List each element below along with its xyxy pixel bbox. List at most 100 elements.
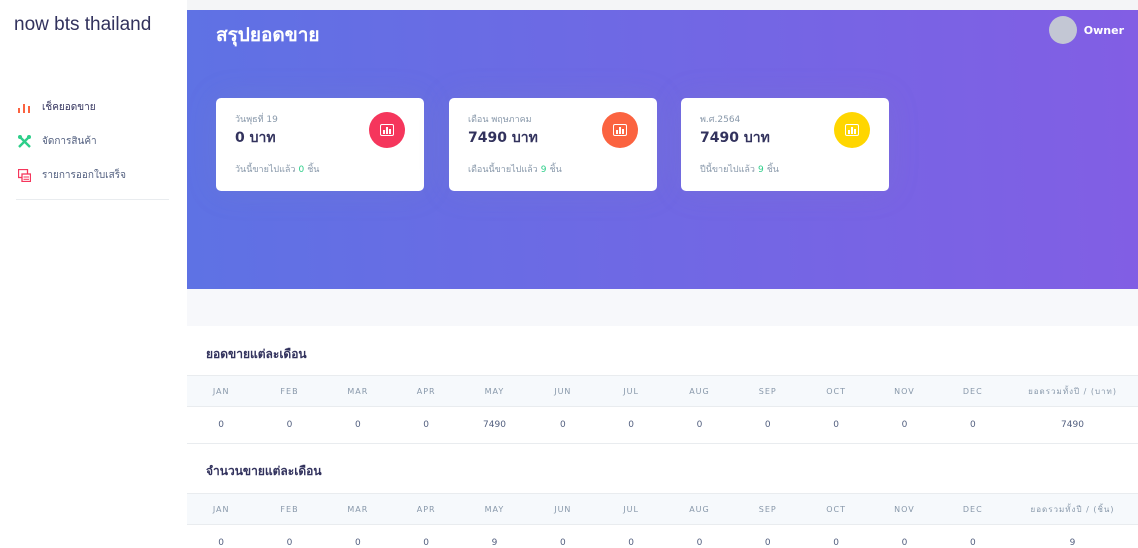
table-cell: 7490 <box>460 406 529 444</box>
table-cell: 9 <box>460 524 529 548</box>
column-header: MAR <box>323 493 392 525</box>
bar-chart-icon <box>16 99 32 115</box>
card-subtitle: วันพุธที่ 19 <box>235 115 278 125</box>
card-footer: ปีนี้ขายไปแล้ว 9 ชิ้น <box>700 162 779 176</box>
table-cell: 0 <box>665 406 734 444</box>
card-footer-count: 9 <box>540 165 547 175</box>
table-cell: 0 <box>255 524 324 548</box>
brand-logo[interactable]: now bts thailand <box>14 14 151 36</box>
table-cell: 0 <box>596 406 666 444</box>
column-header: FEB <box>255 375 324 407</box>
column-header: FEB <box>255 493 324 525</box>
card-footer-label: ปีนี้ขายไปแล้ว <box>700 165 755 175</box>
sidebar-item-label: จัดการสินค้า <box>42 135 97 147</box>
column-header: JUL <box>596 493 666 525</box>
card-footer: เดือนนี้ขายไปแล้ว 9 ชิ้น <box>468 162 562 176</box>
column-header: MAY <box>460 493 529 525</box>
column-header: OCT <box>801 375 871 407</box>
column-header: JAN <box>187 493 256 525</box>
bar-chart-icon <box>602 112 638 148</box>
table-cell: 0 <box>665 524 734 548</box>
bar-chart-icon <box>369 112 405 148</box>
table-row: 0 0 0 0 7490 0 0 0 0 0 0 0 7490 <box>187 406 1138 444</box>
sidebar-item-sales-check[interactable]: เช็คยอดขาย <box>0 90 187 124</box>
column-header: APR <box>391 375 461 407</box>
avatar[interactable] <box>1048 16 1077 44</box>
sidebar-nav: เช็คยอดขาย จัดการสินค้า รายการออกใบเสร็จ <box>0 90 187 192</box>
card-subtitle: พ.ศ.2564 <box>700 115 741 125</box>
column-header: NOV <box>870 493 939 525</box>
table-cell: 0 <box>187 524 256 548</box>
table-cell-total: 9 <box>1007 524 1138 548</box>
table-cell: 0 <box>596 524 666 548</box>
table-cell: 0 <box>391 524 461 548</box>
card-footer-label: เดือนนี้ขายไปแล้ว <box>468 165 538 175</box>
column-header: MAY <box>460 375 529 407</box>
table-cell: 0 <box>323 524 392 548</box>
sidebar-divider <box>16 199 169 200</box>
tools-icon <box>16 133 32 149</box>
card-footer-count: 0 <box>298 165 305 175</box>
card-footer-unit: ชิ้น <box>549 165 562 175</box>
table-cell: 0 <box>255 406 324 444</box>
card-footer-label: วันนี้ขายไปแล้ว <box>235 165 296 175</box>
table-cell: 0 <box>323 406 392 444</box>
card-value: 7490 บาท <box>700 130 770 146</box>
table-cell: 0 <box>938 406 1007 444</box>
sidebar-item-label: เช็คยอดขาย <box>42 101 96 113</box>
header-banner: สรุปยอดขาย Owner วันพุธที่ 19 0 บาท วันน… <box>187 10 1138 289</box>
user-menu[interactable]: Owner <box>1048 16 1124 44</box>
column-header: NOV <box>870 375 939 407</box>
table-header-row: JAN FEB MAR APR MAY JUN JUL AUG SEP OCT … <box>187 375 1138 407</box>
card-value: 0 บาท <box>235 130 276 146</box>
table-cell: 0 <box>187 406 256 444</box>
stat-card-year: พ.ศ.2564 7490 บาท ปีนี้ขายไปแล้ว 9 ชิ้น <box>681 98 889 191</box>
count-table: JAN FEB MAR APR MAY JUN JUL AUG SEP OCT … <box>187 493 1138 548</box>
card-footer-unit: ชิ้น <box>766 165 779 175</box>
column-header: OCT <box>801 493 871 525</box>
column-header: APR <box>391 493 461 525</box>
receipt-icon <box>16 167 32 183</box>
column-header: JAN <box>187 375 256 407</box>
page-title: สรุปยอดขาย <box>216 24 320 46</box>
table-cell: 0 <box>870 524 939 548</box>
card-value: 7490 บาท <box>468 130 538 146</box>
card-footer-count: 9 <box>757 165 764 175</box>
stat-card-month: เดือน พฤษภาคม 7490 บาท เดือนนี้ขายไปแล้ว… <box>449 98 657 191</box>
bar-chart-icon <box>834 112 870 148</box>
column-header-total: ยอดรวมทั้งปี / (ชิ้น) <box>1007 493 1138 525</box>
stat-card-today: วันพุธที่ 19 0 บาท วันนี้ขายไปแล้ว 0 ชิ้น <box>216 98 424 191</box>
sidebar: now bts thailand เช็คยอดขาย จัดการสินค้า… <box>0 0 187 548</box>
card-footer: วันนี้ขายไปแล้ว 0 ชิ้น <box>235 162 319 176</box>
table-header-row: JAN FEB MAR APR MAY JUN JUL AUG SEP OCT … <box>187 493 1138 525</box>
column-header: DEC <box>938 375 1007 407</box>
table-cell: 0 <box>938 524 1007 548</box>
content-spacer <box>187 289 1138 326</box>
table-cell: 0 <box>528 406 597 444</box>
column-header-total: ยอดรวมทั้งปี / (บาท) <box>1007 375 1138 407</box>
card-subtitle: เดือน พฤษภาคม <box>468 115 532 125</box>
table-cell: 0 <box>733 524 802 548</box>
sidebar-item-manage-products[interactable]: จัดการสินค้า <box>0 124 187 158</box>
column-header: AUG <box>665 375 734 407</box>
column-header: AUG <box>665 493 734 525</box>
sales-panel: ยอดขายแต่ละเดือน JAN FEB MAR APR MAY JUN… <box>187 326 1138 548</box>
sales-table-title: ยอดขายแต่ละเดือน <box>206 347 307 361</box>
table-cell: 0 <box>801 524 871 548</box>
table-cell: 0 <box>391 406 461 444</box>
column-header: JUN <box>528 375 597 407</box>
table-cell: 0 <box>528 524 597 548</box>
user-name[interactable]: Owner <box>1084 24 1124 37</box>
count-table-title: จำนวนขายแต่ละเดือน <box>206 464 322 478</box>
table-row: 0 0 0 0 9 0 0 0 0 0 0 0 9 <box>187 524 1138 548</box>
column-header: MAR <box>323 375 392 407</box>
sidebar-item-receipts[interactable]: รายการออกใบเสร็จ <box>0 158 187 192</box>
column-header: DEC <box>938 493 1007 525</box>
column-header: SEP <box>733 375 802 407</box>
column-header: JUL <box>596 375 666 407</box>
table-cell: 0 <box>733 406 802 444</box>
sales-table: JAN FEB MAR APR MAY JUN JUL AUG SEP OCT … <box>187 375 1138 444</box>
card-footer-unit: ชิ้น <box>307 165 320 175</box>
table-cell: 0 <box>801 406 871 444</box>
table-cell: 0 <box>870 406 939 444</box>
